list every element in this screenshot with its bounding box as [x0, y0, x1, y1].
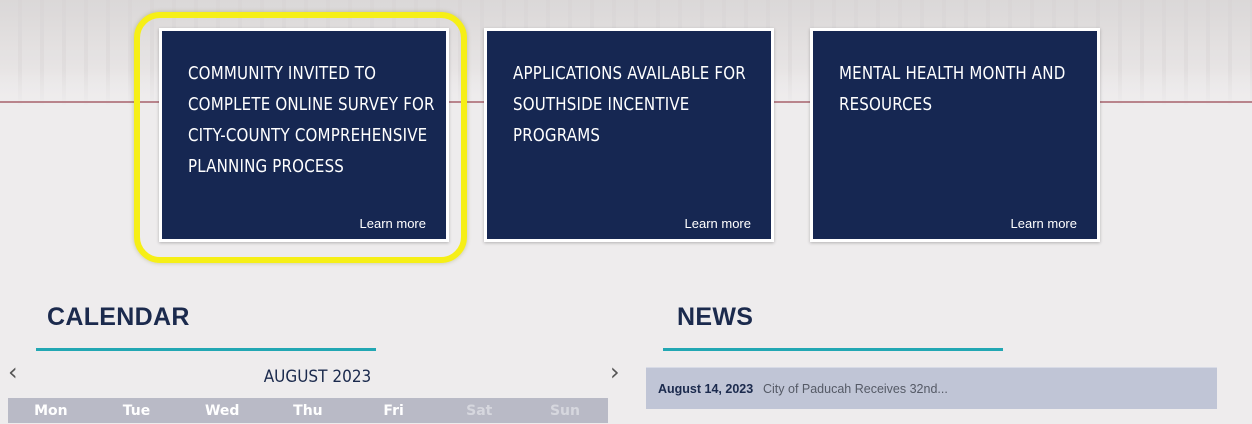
- learn-more-link[interactable]: Learn more: [685, 216, 751, 231]
- calendar-weekday-row: Mon Tue Wed Thu Fri Sat Sun: [8, 398, 608, 423]
- weekday-sat: Sat: [466, 403, 493, 419]
- news-heading-rule: [663, 348, 1003, 351]
- weekday-thu: Thu: [293, 403, 323, 419]
- card-title: Applications available for Southside inc…: [513, 64, 746, 146]
- news-date: August 14, 2023: [658, 382, 754, 396]
- weekday-fri: Fri: [383, 403, 404, 419]
- highlight-annotation: [134, 12, 467, 263]
- calendar-heading-rule: [36, 348, 376, 351]
- news-list-item[interactable]: August 14, 2023 City of Paducah Receives…: [646, 367, 1217, 409]
- news-card-southside[interactable]: Applications available for Southside inc…: [484, 28, 774, 242]
- calendar-month: AUGUST 2023: [263, 367, 372, 387]
- news-heading: NEWS: [677, 303, 754, 331]
- card-title: Mental Health Month and resources: [839, 64, 1066, 115]
- weekday-tue: Tue: [122, 403, 151, 419]
- weekday-wed: Wed: [204, 403, 240, 419]
- calendar-heading: CALENDAR: [47, 303, 190, 331]
- chevron-right-icon[interactable]: ›: [610, 358, 620, 386]
- learn-more-link[interactable]: Learn more: [1011, 216, 1077, 231]
- chevron-left-icon[interactable]: ‹: [8, 358, 18, 386]
- weekday-mon: Mon: [34, 403, 68, 419]
- news-headline[interactable]: City of Paducah Receives 32nd...: [763, 382, 948, 396]
- news-card-mental-health[interactable]: Mental Health Month and resources Learn …: [810, 28, 1100, 242]
- weekday-sun: Sun: [549, 403, 580, 419]
